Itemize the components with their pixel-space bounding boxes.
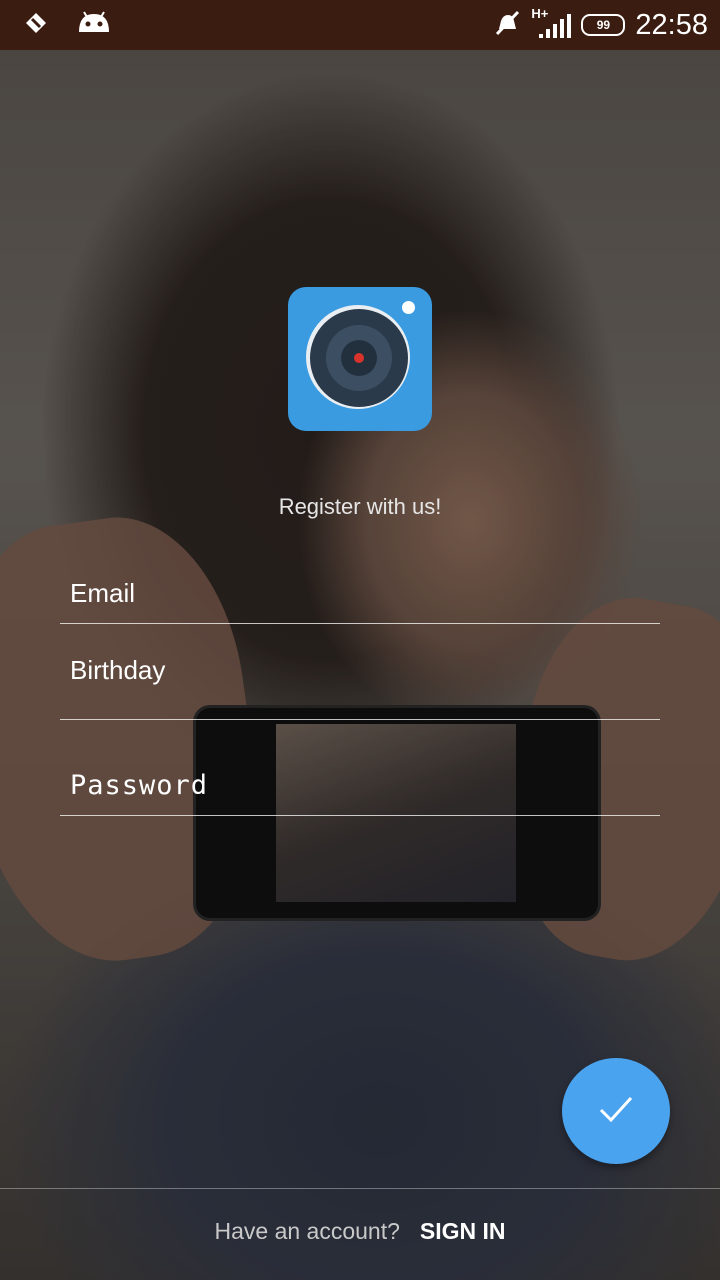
android-icon — [76, 10, 112, 41]
app-logo — [288, 287, 432, 431]
signal-icon: H+ — [531, 6, 572, 40]
mute-icon — [493, 9, 521, 42]
birthday-field[interactable] — [60, 650, 660, 690]
birthday-field-container — [60, 650, 660, 720]
password-field-container — [60, 760, 660, 816]
checkmark-icon — [596, 1089, 636, 1134]
have-account-text: Have an account? — [214, 1218, 400, 1244]
sign-in-link[interactable]: SIGN IN — [420, 1218, 506, 1245]
submit-button[interactable] — [562, 1058, 670, 1164]
email-field[interactable] — [60, 570, 660, 616]
flashlight-icon — [22, 9, 50, 42]
footer: Have an account? SIGN IN — [0, 1218, 720, 1245]
flash-dot — [402, 301, 415, 314]
battery-icon: 99 — [581, 14, 626, 36]
register-tagline: Register with us! — [278, 494, 442, 519]
lens-red-dot — [354, 353, 364, 363]
password-field[interactable] — [60, 760, 660, 810]
status-bar: H+ 99 22:58 — [0, 0, 720, 50]
footer-divider — [0, 1188, 720, 1189]
email-field-container — [60, 570, 660, 624]
clock: 22:58 — [635, 8, 708, 41]
